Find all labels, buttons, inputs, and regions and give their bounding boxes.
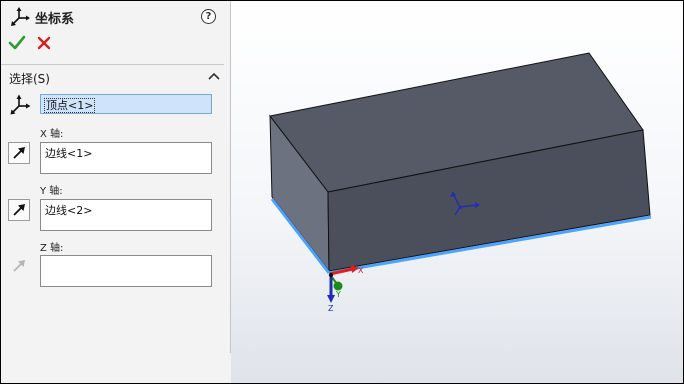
direction-arrow-icon [13,147,25,159]
ok-checkmark-icon[interactable] [8,34,26,52]
section-divider [1,64,224,65]
cancel-x-icon[interactable] [35,34,53,52]
svg-text:*: * [459,205,463,214]
z-axis-selection-box[interactable] [40,255,212,287]
z-axis-label: Z 轴: [40,243,64,254]
coordinate-system-triad: X Y Z [327,265,364,313]
z-axis-reverse-direction-button[interactable] [8,255,30,277]
panel-header: 坐标系 ? [1,1,230,31]
x-axis-selection-box[interactable]: 边线<1> [40,142,212,174]
direction-arrow-icon [13,260,25,272]
panel-title: 坐标系 [35,12,75,27]
origin-value: 顶点<1> [43,98,96,113]
graphics-viewport[interactable]: * X Y Z [231,1,683,383]
selections-section-title: 选择(S) [9,72,50,86]
y-axis-triad-label: Y [335,290,341,299]
model-view: * X Y Z [269,52,652,313]
window-frame: 坐标系 ? 选择(S) 顶点<1> X 轴: 边线<1> Y 轴: 边线<2> … [0,0,684,384]
x-axis-label: X 轴: [40,129,64,140]
x-axis-value: 边线<1> [45,147,93,160]
y-axis-selection-box[interactable]: 边线<2> [40,199,212,231]
direction-arrow-icon [13,204,25,216]
z-axis-triad-label: Z [328,304,334,313]
coordinate-system-icon [11,7,30,26]
origin-coordinate-icon [10,94,31,115]
y-axis-value: 边线<2> [45,204,93,217]
origin-selection-box[interactable]: 顶点<1> [40,94,212,114]
chevron-up-icon[interactable] [206,69,222,83]
x-axis-triad-label: X [358,266,364,275]
y-axis-reverse-direction-button[interactable] [8,199,30,221]
x-axis-reverse-direction-button[interactable] [8,142,30,164]
property-manager-panel: 坐标系 ? 选择(S) 顶点<1> X 轴: 边线<1> Y 轴: 边线<2> … [1,1,231,383]
help-button[interactable]: ? [201,9,216,24]
y-axis-label: Y 轴: [40,186,63,197]
